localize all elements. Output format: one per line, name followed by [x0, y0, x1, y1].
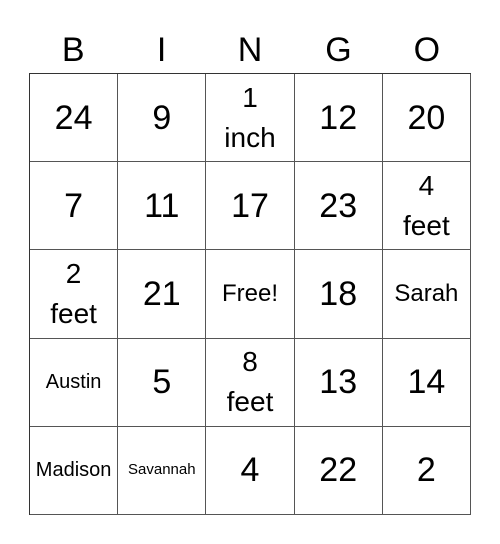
bingo-cell[interactable]: 23 — [294, 162, 383, 251]
bingo-cell[interactable]: 14 — [382, 338, 471, 427]
bingo-cell[interactable]: 7 — [30, 162, 119, 251]
bingo-cell[interactable]: 2 feet — [30, 250, 119, 339]
bingo-cell[interactable]: 22 — [294, 426, 383, 515]
bingo-cell[interactable]: 5 — [118, 338, 207, 427]
bingo-header: B I N G O — [29, 30, 471, 70]
header-letter-n: N — [237, 31, 263, 69]
bingo-cell[interactable]: 13 — [294, 338, 383, 427]
bingo-cell[interactable]: Madison — [30, 426, 119, 515]
bingo-cell[interactable]: 9 — [118, 74, 207, 163]
bingo-cell[interactable]: 18 — [294, 250, 383, 339]
header-letter-i: I — [156, 31, 167, 69]
bingo-cell[interactable]: 24 — [30, 74, 119, 163]
bingo-cell[interactable]: 20 — [382, 74, 471, 163]
header-letter-g: G — [325, 31, 352, 69]
bingo-cell[interactable]: 17 — [206, 162, 295, 251]
bingo-cell[interactable]: 4 — [206, 426, 295, 515]
header-letter-o: O — [413, 31, 441, 69]
bingo-cell[interactable]: 12 — [294, 74, 383, 163]
bingo-cell[interactable]: 11 — [118, 162, 207, 251]
header-letter-b: B — [61, 31, 85, 69]
bingo-cell[interactable]: 4 feet — [382, 162, 471, 251]
bingo-cell[interactable]: Free! — [206, 250, 295, 339]
bingo-cell[interactable]: 1 inch — [206, 74, 295, 163]
bingo-cell[interactable]: Savannah — [118, 426, 207, 515]
bingo-cell[interactable]: 21 — [118, 250, 207, 339]
bingo-cell[interactable]: Austin — [30, 338, 119, 427]
bingo-cell[interactable]: 8 feet — [206, 338, 295, 427]
bingo-cell[interactable]: Sarah — [382, 250, 471, 339]
bingo-card-grid: 24 9 1 inch 12 20 7 11 17 23 4 feet 2 feet 21 Free! 1… — [29, 73, 471, 515]
bingo-cell[interactable]: 2 — [382, 426, 471, 515]
